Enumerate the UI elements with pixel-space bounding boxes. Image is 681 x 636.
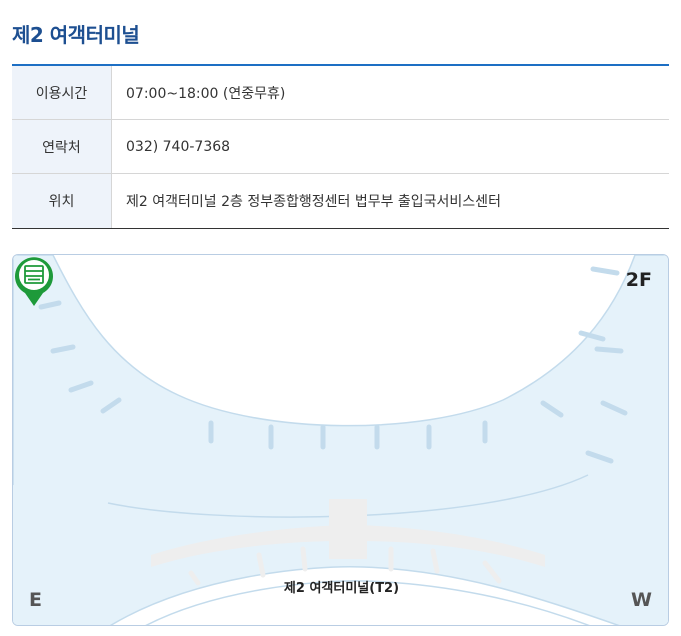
page-title: 제2 여객터미널 bbox=[12, 23, 140, 47]
info-table: 이용시간 07:00~18:00 (연중무휴) 연락처 032) 740-736… bbox=[12, 64, 669, 229]
terminal-label: 제2 여객터미널(T2) bbox=[283, 581, 400, 596]
map-left-wedge bbox=[13, 485, 111, 625]
info-label: 연락처 bbox=[12, 120, 112, 173]
office-building-icon[interactable] bbox=[13, 255, 55, 307]
info-label: 이용시간 bbox=[12, 66, 112, 119]
info-value: 07:00~18:00 (연중무휴) bbox=[126, 85, 286, 102]
info-row-location: 위치 제2 여객터미널 2층 정부종합행정센터 법무부 출입국서비스센터 bbox=[12, 174, 669, 228]
map-drawing bbox=[13, 255, 668, 625]
info-value: 032) 740-7368 bbox=[126, 138, 231, 155]
info-row-hours: 이용시간 07:00~18:00 (연중무휴) bbox=[12, 66, 669, 120]
terminal-map: 2F E W 제2 여객터미널(T2) bbox=[12, 254, 669, 626]
floor-label: 2F bbox=[625, 269, 652, 291]
info-value: 제2 여객터미널 2층 정부종합행정센터 법무부 출입국서비스센터 bbox=[126, 194, 501, 210]
info-label: 위치 bbox=[12, 174, 112, 228]
info-row-contact: 연락처 032) 740-7368 bbox=[12, 120, 669, 174]
